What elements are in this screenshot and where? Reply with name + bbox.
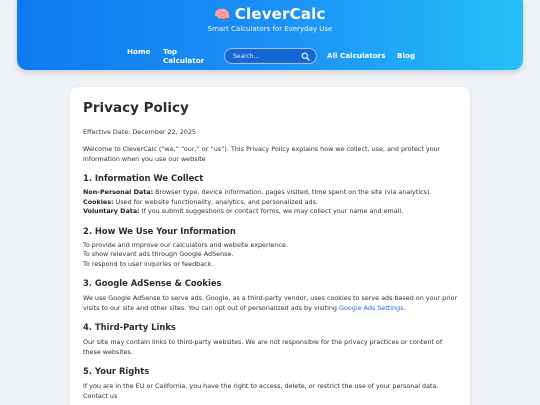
item-label: Voluntary Data: — [83, 207, 140, 215]
section-heading: 5. Your Rights — [83, 366, 150, 376]
item-label: Non-Personal Data: — [83, 188, 154, 196]
list-item: To show relevant ads through Google AdSe… — [83, 250, 234, 258]
section-heading: 2. How We Use Your Information — [83, 225, 236, 236]
nav-home-link[interactable]: Home — [127, 47, 150, 57]
section-heading: 4. Third-Party Links — [83, 322, 176, 332]
search-box[interactable] — [224, 48, 317, 64]
page-title: Privacy Policy — [83, 100, 189, 116]
item-text: If you submit suggestions or contact for… — [139, 207, 404, 215]
section-how-we-use: 2. How We Use Your Information To provid… — [83, 226, 458, 270]
item-text: Browser type, device information, pages … — [153, 188, 432, 196]
policy-card: Privacy Policy Effective Date: December … — [70, 87, 470, 405]
section-text: Our site may contain links to third-part… — [83, 338, 443, 356]
section-adsense-cookies: 3. Google AdSense & Cookies We use Googl… — [83, 278, 458, 313]
list-item: Non-Personal Data: Browser type, device … — [83, 188, 458, 198]
intro-text: Welcome to CleverCalc (“we,” “our,” or “… — [83, 145, 441, 163]
google-ads-settings-link[interactable]: Google Ads Settings — [339, 304, 403, 312]
nav-top-calculator-link[interactable]: Top Calculator — [163, 47, 213, 65]
item-text: Used for website functionality, analytic… — [113, 197, 318, 206]
nav-all-calculators-link[interactable]: All Calculators — [327, 51, 385, 61]
brand[interactable]: 🧠 CleverCalc — [17, 5, 523, 23]
site-header: 🧠 CleverCalc Smart Calculators for Everyd… — [17, 0, 523, 70]
list-item: Cookies: Used for website functionality,… — [83, 198, 458, 208]
brain-icon: 🧠 — [214, 8, 231, 23]
nav-blog-link[interactable]: Blog — [397, 51, 415, 61]
policy-content: Privacy Policy Effective Date: December … — [83, 100, 458, 405]
list-item: Voluntary Data: If you submit suggestion… — [83, 207, 458, 217]
section-heading: 3. Google AdSense & Cookies — [83, 278, 222, 288]
list-item: To respond to user inquiries or feedback… — [83, 259, 214, 268]
section-information-collect: 1. Information We Collect Non-Personal D… — [83, 173, 458, 217]
effective-date: Effective Date: December 22, 2025 — [83, 128, 196, 136]
section-your-rights: 5. Your Rights If you are in the EU or C… — [83, 366, 458, 401]
search-icon[interactable] — [301, 52, 310, 61]
section-body-end: . — [403, 304, 406, 312]
item-label: Cookies: — [83, 197, 114, 206]
section-text: We use Google AdSense to serve ads. Goog… — [83, 293, 458, 313]
section-text: If you are in the EU or California, you … — [83, 382, 439, 400]
tagline: Smart Calculators for Everyday Use — [207, 25, 333, 33]
brand-name: CleverCalc — [234, 5, 326, 23]
section-third-party-links: 4. Third-Party Links Our site may contai… — [83, 322, 458, 357]
list-item: To provide and improve our calculators a… — [83, 240, 288, 249]
section-heading: 1. Information We Collect — [83, 173, 204, 183]
search-input[interactable] — [233, 52, 303, 61]
